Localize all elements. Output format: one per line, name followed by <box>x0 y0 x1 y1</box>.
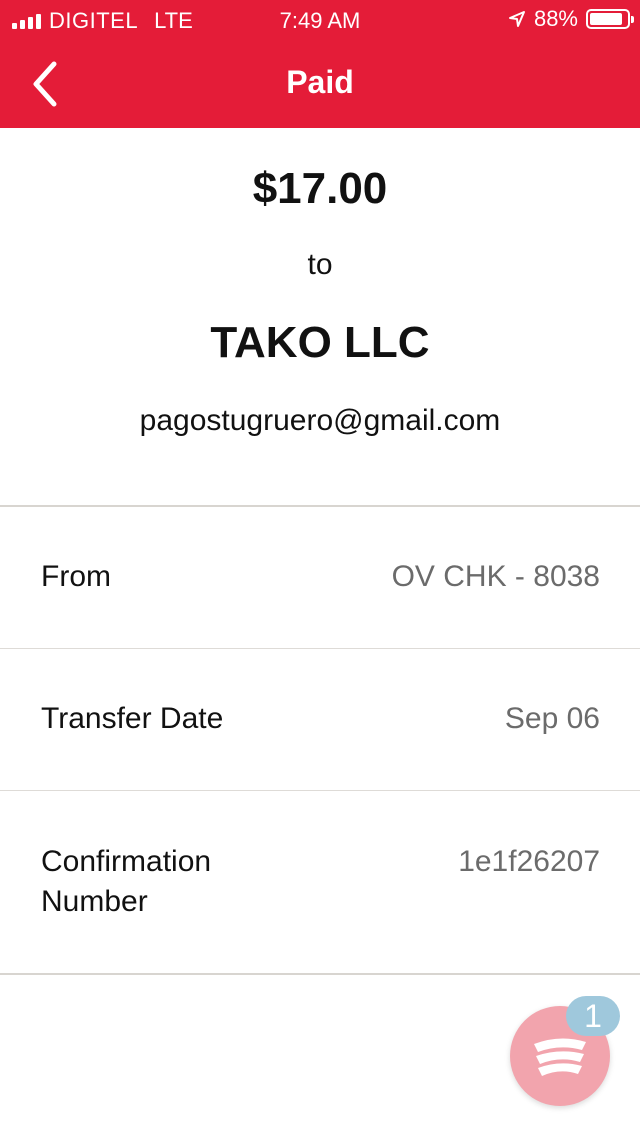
payee-name: TAKO LLC <box>210 318 430 367</box>
payment-summary: $17.00 to TAKO LLC pagostugruero@gmail.c… <box>0 128 640 506</box>
divider <box>0 973 640 975</box>
divider <box>0 648 640 649</box>
detail-label: Confirmation Number <box>41 845 212 918</box>
chevron-left-icon <box>33 61 57 107</box>
battery-icon <box>586 9 634 29</box>
divider <box>0 505 640 507</box>
battery-percent: 88% <box>533 6 578 31</box>
page-title: Paid <box>286 64 354 100</box>
payment-amount: $17.00 <box>252 164 388 213</box>
location-arrow-icon <box>508 11 525 27</box>
nav-bar: Paid <box>0 40 640 128</box>
battery-level-fill <box>590 13 622 25</box>
detail-value: OV CHK - 8038 <box>391 560 600 593</box>
detail-label: From <box>41 560 111 593</box>
to-label: to <box>307 248 333 281</box>
battery-cap <box>631 16 634 23</box>
notification-badge: 1 <box>566 996 620 1036</box>
flag-chat-icon <box>534 1038 586 1076</box>
divider <box>0 790 640 791</box>
payee-email: pagostugruero@gmail.com <box>139 404 501 437</box>
back-button[interactable] <box>26 58 70 110</box>
detail-label: Transfer Date <box>41 702 224 735</box>
status-right: 88% <box>508 6 634 32</box>
detail-value: 1e1f26207 <box>458 845 600 878</box>
status-bar: DIGITEL LTE 7:49 AM 88% <box>0 0 640 40</box>
detail-value: Sep 06 <box>504 702 600 735</box>
header: DIGITEL LTE 7:49 AM 88% Paid <box>0 0 640 128</box>
